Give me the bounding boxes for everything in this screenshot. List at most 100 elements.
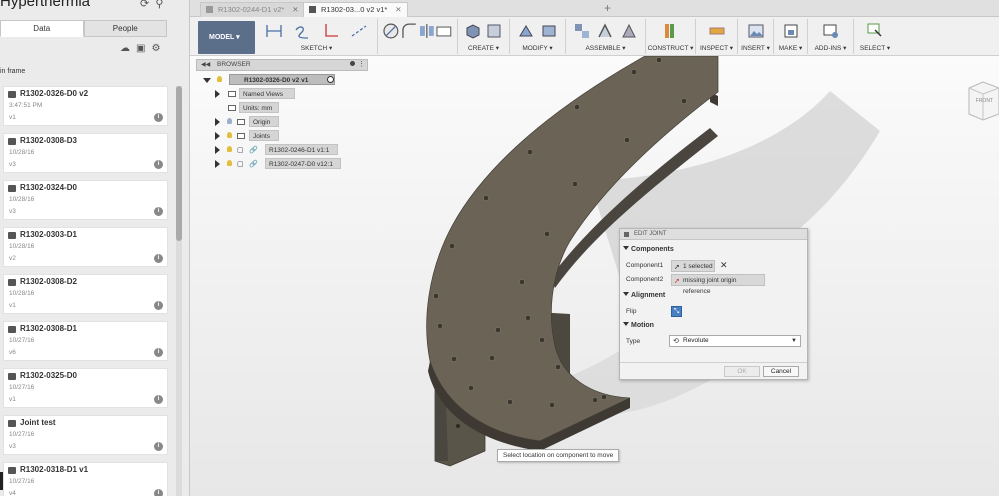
offset-plane-icon[interactable] <box>662 22 680 40</box>
visibility-bulb-icon[interactable] <box>227 160 232 166</box>
info-icon[interactable]: i <box>154 395 163 404</box>
visibility-bulb-icon[interactable] <box>227 132 232 138</box>
settings-gear-icon[interactable]: ⚙ <box>151 43 160 54</box>
3d-print-icon[interactable] <box>782 22 800 40</box>
fillet-icon[interactable] <box>400 22 418 40</box>
info-icon[interactable]: i <box>154 301 163 310</box>
section-alignment[interactable]: Alignment <box>623 292 665 299</box>
new-tab-plus-icon[interactable]: + <box>604 1 611 15</box>
expand-triangle-icon[interactable] <box>215 160 220 168</box>
select-arrow-icon[interactable] <box>866 22 884 40</box>
info-icon[interactable]: i <box>154 160 163 169</box>
component1-selector[interactable]: ➚ 1 selected <box>671 260 715 272</box>
file-card[interactable]: R1302-0318-D1 v1 10/27/16 v4 i <box>3 462 168 496</box>
collapse-triangle-icon[interactable] <box>203 78 211 83</box>
search-icon[interactable]: ⚲ <box>155 0 163 10</box>
clear-selection-close-icon[interactable]: ✕ <box>720 260 728 271</box>
info-icon[interactable]: i <box>154 113 163 122</box>
circle-icon[interactable] <box>382 22 400 40</box>
file-card[interactable]: R1302-0303-D1 10/28/16 v2 i <box>3 227 168 267</box>
assemble-group[interactable]: ASSEMBLE ▾ <box>566 19 646 54</box>
file-card[interactable]: R1302-0308-D3 10/28/16 v3 i <box>3 133 168 173</box>
scrollbar-thumb[interactable] <box>176 86 182 241</box>
extrude-icon[interactable] <box>485 22 503 40</box>
component2-selector[interactable]: ➚ missing joint origin reference <box>671 274 765 295</box>
new-folder-icon[interactable]: ▣ <box>136 43 145 54</box>
create-group[interactable]: CREATE ▾ <box>458 19 510 54</box>
file-card[interactable]: Joint test 10/27/16 v3 i <box>3 415 168 455</box>
joint-icon[interactable] <box>596 22 614 40</box>
browser-node-named-views[interactable]: Named Views <box>215 88 305 100</box>
cancel-button[interactable]: Cancel <box>763 366 799 377</box>
browser-node-origin[interactable]: Origin <box>215 116 305 128</box>
browser-root[interactable]: R1302-0326-D0 v2 v1 <box>203 74 353 86</box>
close-icon[interactable]: ✕ <box>292 5 298 14</box>
browser-node-units[interactable]: Units: mm <box>215 102 305 114</box>
file-card[interactable]: R1302-0325-D0 10/27/16 v1 i <box>3 368 168 408</box>
select-group[interactable]: SELECT ▾ <box>854 19 896 54</box>
browser-node-component-1[interactable]: ▢ 🔗 R1302-0246-D1 v1:1 <box>215 144 365 156</box>
doc-tab-2[interactable]: R1302-03...0 v2 v1* ✕ <box>303 2 408 17</box>
as-built-joint-icon[interactable] <box>620 22 638 40</box>
browser-header[interactable]: ◀◀ BROWSER ⋮ <box>196 59 368 71</box>
file-list-scrollbar[interactable] <box>176 86 182 496</box>
grip-icon[interactable]: ⋮ <box>358 60 365 70</box>
shell-icon[interactable] <box>540 22 558 40</box>
joint-type-dropdown[interactable]: ⟲ Revolute ▼ <box>669 335 801 347</box>
trim-icon[interactable] <box>350 22 368 40</box>
addins-group[interactable]: ADD-INS ▾ <box>808 19 854 54</box>
project-icon[interactable] <box>435 22 453 40</box>
expand-triangle-icon[interactable] <box>215 146 220 154</box>
expand-triangle-icon[interactable] <box>215 118 220 126</box>
refresh-icon[interactable]: ⟳ <box>140 0 149 10</box>
close-icon[interactable]: ✕ <box>395 5 401 14</box>
sketch-tools-group[interactable] <box>378 19 458 54</box>
file-card[interactable]: R1302-0308-D1 10/27/16 v6 i <box>3 321 168 361</box>
panel-top-icons: ⟳ ⚲ <box>140 0 163 10</box>
section-components[interactable]: Components <box>623 246 674 253</box>
box-icon[interactable] <box>464 22 482 40</box>
activate-radio-icon[interactable] <box>327 76 334 83</box>
measure-icon[interactable] <box>708 22 726 40</box>
visibility-bulb-icon[interactable] <box>217 76 222 82</box>
expand-triangle-icon[interactable] <box>215 132 220 140</box>
visibility-bulb-icon[interactable] <box>227 146 232 152</box>
sketch-group[interactable]: SKETCH ▾ <box>256 19 378 54</box>
insert-image-icon[interactable] <box>747 22 765 40</box>
workspace-switcher-button[interactable]: MODEL ▾ <box>198 21 255 54</box>
info-icon[interactable]: i <box>154 489 163 496</box>
info-icon[interactable]: i <box>154 254 163 263</box>
modify-group[interactable]: MODIFY ▾ <box>510 19 566 54</box>
line-icon[interactable] <box>293 22 311 40</box>
inspect-group[interactable]: INSPECT ▾ <box>696 19 738 54</box>
doc-tab-1[interactable]: R1302-0244-D1 v2* ✕ <box>200 2 305 17</box>
tab-people[interactable]: People <box>83 20 167 37</box>
section-motion[interactable]: Motion <box>623 322 654 329</box>
upload-icon[interactable]: ☁ <box>120 43 130 54</box>
new-component-icon[interactable] <box>573 22 591 40</box>
ok-button[interactable]: OK <box>724 366 760 377</box>
info-icon[interactable]: i <box>154 442 163 451</box>
rectangle-icon[interactable] <box>322 22 340 40</box>
dimension-icon[interactable] <box>265 22 283 40</box>
info-icon[interactable]: i <box>154 348 163 357</box>
flip-button[interactable]: ⤡ <box>671 306 682 317</box>
expand-triangle-icon[interactable] <box>215 90 220 98</box>
browser-node-joints[interactable]: Joints <box>215 130 305 142</box>
browser-node-component-2[interactable]: ▢ 🔗 R1302-0247-D0 v12:1 <box>215 158 365 170</box>
make-group[interactable]: MAKE ▾ <box>774 19 808 54</box>
mirror-icon[interactable] <box>418 22 436 40</box>
collapse-arrows-icon[interactable]: ◀◀ <box>201 60 210 70</box>
scripts-icon[interactable] <box>822 22 840 40</box>
file-card[interactable]: R1302-0326-D0 v2 3:47:51 PM v1 i <box>3 86 168 126</box>
file-card[interactable]: R1302-0324-D0 10/28/16 v3 i <box>3 180 168 220</box>
dialog-header[interactable]: EDIT JOINT <box>620 229 807 240</box>
file-card[interactable]: R1302-0308-D2 10/28/16 v1 i <box>3 274 168 314</box>
insert-group[interactable]: INSERT ▾ <box>738 19 774 54</box>
visibility-bulb-icon[interactable] <box>227 118 232 124</box>
press-pull-icon[interactable] <box>517 22 535 40</box>
tab-data[interactable]: Data <box>0 20 84 37</box>
minimize-icon[interactable] <box>350 61 355 66</box>
construct-group[interactable]: CONSTRUCT ▾ <box>646 19 696 54</box>
info-icon[interactable]: i <box>154 207 163 216</box>
